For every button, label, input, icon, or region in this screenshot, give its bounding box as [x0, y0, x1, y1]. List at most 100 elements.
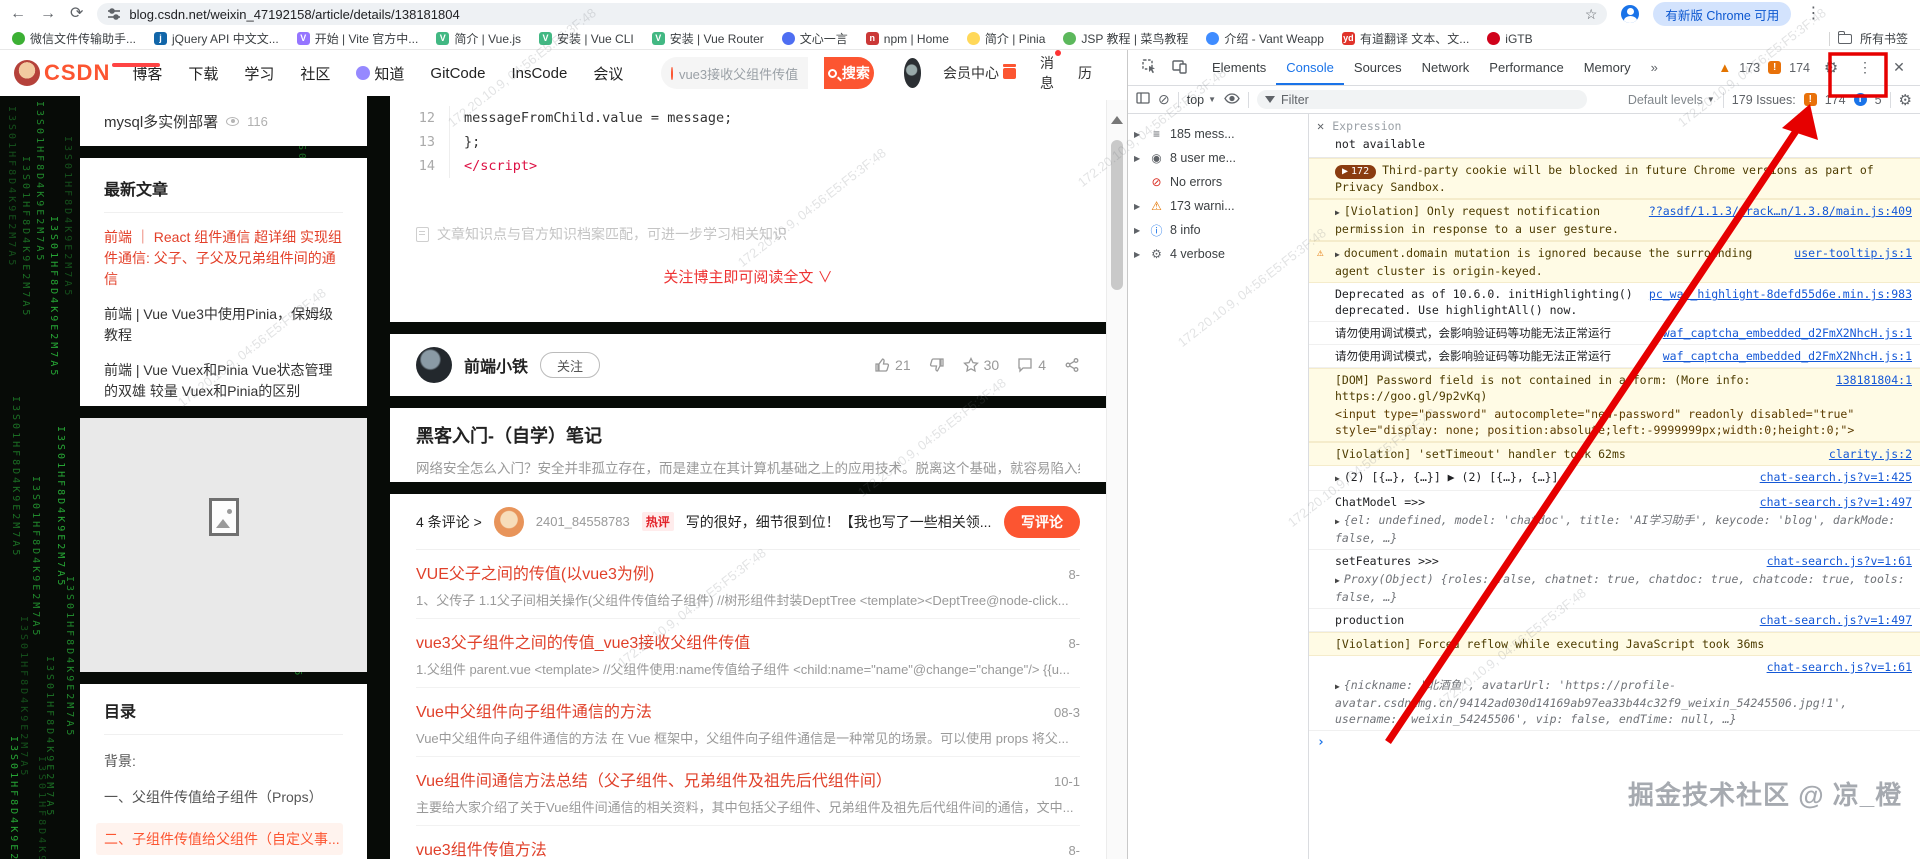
- related-article[interactable]: vue3父子组件之间的传值_vue3接收父组件传值 8- 1.父组件 parent.…: [416, 619, 1080, 688]
- all-bookmarks[interactable]: 所有书签: [1828, 30, 1908, 47]
- bookmark-item[interactable]: V 安装 | Vue CLI: [539, 30, 634, 47]
- commenter-name[interactable]: 2401_84558783: [536, 514, 630, 529]
- nav-item-会议[interactable]: 会议: [593, 63, 623, 84]
- messages-link[interactable]: 消息: [1040, 50, 1061, 93]
- live-expression[interactable]: ✕ Expression: [1309, 114, 1920, 135]
- related-article[interactable]: Vue组件间通信方法总结（父子组件、兄弟组件及祖先后代组件间） 10-1 主要给大家…: [416, 757, 1080, 826]
- locked-article-card[interactable]: 黑客入门-（自学）笔记 网络安全怎么入门？安全并非孤立存在，而是建立在其计算机基…: [390, 408, 1106, 482]
- author-name[interactable]: 前端小铁: [464, 353, 528, 377]
- related-article-title[interactable]: vue3组件传值方法: [416, 836, 1056, 859]
- expand-triangle-icon[interactable]: ▶: [1335, 517, 1340, 526]
- bookmark-item[interactable]: iGTB: [1487, 30, 1533, 47]
- toc-item[interactable]: 背景:: [104, 751, 343, 771]
- message-source-link[interactable]: ??asdf/1.1.3/track…n/1.3.8/main.js:409: [1649, 203, 1912, 219]
- live-expression-eye-icon[interactable]: [1224, 92, 1240, 107]
- console-sidebar-toggle-icon[interactable]: [1136, 92, 1150, 107]
- related-article-title[interactable]: Vue中父组件向子组件通信的方法: [416, 698, 1042, 722]
- log-levels-dropdown[interactable]: Default levels ▼: [1628, 93, 1715, 107]
- scroll-up-arrow[interactable]: [1111, 116, 1123, 124]
- console-sidebar-warning[interactable]: ▶ ⚠ 173 warni...: [1128, 194, 1308, 218]
- address-bar[interactable]: blog.csdn.net/weixin_47192158/article/de…: [97, 3, 1608, 25]
- search-button[interactable]: 搜索: [824, 57, 874, 89]
- related-article-title[interactable]: VUE父子之间的传值(以vue3为例): [416, 560, 1056, 584]
- profile-icon[interactable]: [1621, 5, 1640, 23]
- tab-memory[interactable]: Memory: [1574, 50, 1641, 85]
- issues-label[interactable]: 179 Issues:: [1732, 93, 1796, 107]
- nav-item-下载[interactable]: 下载: [188, 63, 218, 84]
- back-icon[interactable]: ←: [10, 6, 26, 22]
- expand-triangle-icon[interactable]: ▶: [1335, 682, 1340, 691]
- inspect-element-icon[interactable]: [1136, 58, 1162, 77]
- nav-item-InsCode[interactable]: InsCode: [511, 65, 567, 82]
- toc-item[interactable]: 一、父组件传值给子组件（Props）: [104, 787, 343, 807]
- search-input[interactable]: vue3接收父组件传值: [661, 57, 809, 89]
- console-sidebar-list[interactable]: ▶ ≡ 185 mess...: [1128, 122, 1308, 146]
- bookmark-item[interactable]: 微信文件传输助手...: [12, 30, 136, 47]
- message-source-link[interactable]: clarity.js:2: [1829, 446, 1912, 462]
- console-prompt[interactable]: ›: [1309, 731, 1920, 754]
- expand-triangle-icon[interactable]: ▶: [1335, 250, 1340, 259]
- forward-icon[interactable]: →: [40, 6, 56, 22]
- message-source-link[interactable]: chat-search.js?v=1:61: [1767, 553, 1912, 569]
- message-source-link[interactable]: 138181804:1: [1836, 372, 1912, 388]
- expand-triangle-icon[interactable]: ▶: [1335, 576, 1340, 585]
- star-button[interactable]: 30: [962, 357, 999, 373]
- bookmark-star-icon[interactable]: ☆: [1585, 6, 1598, 23]
- bookmark-item[interactable]: JSP 教程 | 菜鸟教程: [1063, 30, 1188, 47]
- csdn-logo[interactable]: CSDN: [14, 60, 110, 86]
- chrome-update-button[interactable]: 有新版 Chrome 可用: [1653, 2, 1792, 26]
- nav-item-学习[interactable]: 学习: [244, 63, 274, 84]
- devtools-settings-gear-icon[interactable]: ⚙: [1818, 58, 1844, 78]
- bookmark-item[interactable]: V 开始 | Vite 官方中...: [296, 30, 418, 47]
- history-link-partial[interactable]: 历: [1078, 63, 1092, 83]
- message-source-link[interactable]: chat-search.js?v=1:497: [1760, 494, 1912, 510]
- related-article[interactable]: vue3组件传值方法8-一、父组件传值子组件接收 二、子组件传值父组件接收 三、…: [416, 826, 1080, 859]
- message-source-link[interactable]: pc_wap_highlight-8defd55d6e.min.js:983: [1649, 286, 1912, 302]
- expand-triangle-icon[interactable]: ▶: [1335, 208, 1340, 217]
- comments-button[interactable]: 4: [1017, 357, 1046, 373]
- devtools-kebab-menu-icon[interactable]: ⋮: [1852, 59, 1878, 76]
- share-button[interactable]: [1064, 357, 1080, 373]
- bookmark-item[interactable]: n npm | Home: [865, 30, 949, 47]
- like-button[interactable]: 21: [874, 357, 911, 373]
- message-source-link[interactable]: waf_captcha_embedded_d2FmX2NhcH.js:1: [1663, 348, 1912, 364]
- nav-item-知道[interactable]: 知道: [356, 63, 404, 84]
- bookmark-item[interactable]: V 简介 | Vue.js: [436, 30, 521, 47]
- console-settings-gear-icon[interactable]: ⚙: [1899, 91, 1912, 109]
- console-filter-input[interactable]: Filter: [1257, 90, 1588, 109]
- bookmark-item[interactable]: 简介 | Pinia: [966, 30, 1045, 47]
- menu-kebab-icon[interactable]: ⋮: [1805, 6, 1821, 22]
- comment-count-link[interactable]: 4 条评论 >: [416, 512, 482, 532]
- latest-article-link[interactable]: 前端 ｜ React 组件通信 超详细 实现组件通信: 父子、子父及兄弟组件间的…: [104, 227, 343, 290]
- write-comment-button[interactable]: 写评论: [1004, 505, 1080, 538]
- related-article[interactable]: VUE父子之间的传值(以vue3为例) 8- 1、父传子 1.1父子间相关操作(父组…: [416, 550, 1080, 619]
- message-source-link[interactable]: user-tooltip.js:1: [1794, 245, 1912, 261]
- message-source-link[interactable]: chat-search.js?v=1:497: [1760, 612, 1912, 628]
- device-toolbar-icon[interactable]: [1166, 59, 1192, 77]
- more-tabs-icon[interactable]: »: [1645, 60, 1664, 75]
- bookmark-item[interactable]: j jQuery API 中文文...: [154, 30, 279, 47]
- bookmark-item[interactable]: 介绍 - Vant Weapp: [1206, 30, 1324, 47]
- user-avatar[interactable]: [903, 58, 921, 88]
- related-article[interactable]: Vue中父组件向子组件通信的方法 08-3 Vue中父组件向子组件通信的方法 在 V…: [416, 688, 1080, 757]
- related-article-title[interactable]: Vue组件间通信方法总结（父子组件、兄弟组件及祖先后代组件间）: [416, 767, 1042, 791]
- latest-article-link[interactable]: 前端 | Vue Vuex和Pinia Vue状态管理的双雄 较量 Vuex和P…: [104, 360, 343, 402]
- tab-console[interactable]: Console: [1276, 50, 1344, 85]
- devtools-close-icon[interactable]: ✕: [1886, 59, 1912, 76]
- page-scrollbar[interactable]: [1106, 100, 1127, 859]
- clear-console-icon[interactable]: ⊘: [1158, 91, 1170, 108]
- nav-item-GitCode[interactable]: GitCode: [430, 65, 485, 82]
- dislike-button[interactable]: [929, 357, 945, 373]
- latest-article-link[interactable]: 前端 | Vue Vue3中使用Pinia，保姆级教程: [104, 304, 343, 346]
- bookmark-item[interactable]: V 安装 | Vue Router: [651, 30, 764, 47]
- commenter-avatar[interactable]: [493, 506, 524, 537]
- console-sidebar-user[interactable]: ▶ ◉ 8 user me...: [1128, 146, 1308, 170]
- message-source-link[interactable]: chat-search.js?v=1:425: [1760, 469, 1912, 485]
- expand-triangle-icon[interactable]: ▶: [1335, 474, 1340, 483]
- bookmark-item[interactable]: yd 有道翻译 文本、文...: [1341, 30, 1469, 47]
- sidebar-prev-article[interactable]: mysql多实例部署 116: [80, 96, 367, 146]
- tab-network[interactable]: Network: [1412, 50, 1480, 85]
- context-selector[interactable]: top ▼: [1187, 93, 1216, 107]
- message-source-link[interactable]: chat-search.js?v=1:61: [1767, 659, 1912, 675]
- member-center-link[interactable]: 会员中心: [943, 63, 1016, 83]
